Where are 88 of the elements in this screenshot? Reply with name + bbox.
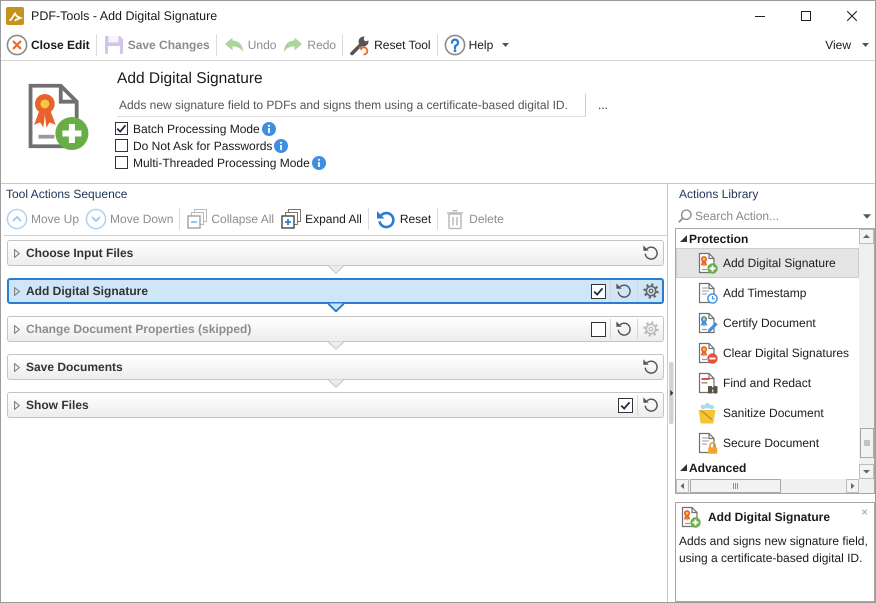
horizontal-scrollbar[interactable] (676, 479, 859, 493)
library-item[interactable]: Find and Redact (676, 368, 859, 398)
reset-icon[interactable] (642, 396, 660, 414)
reset-icon[interactable] (642, 358, 660, 376)
checkmark-icon (116, 124, 127, 133)
expand-arrow-icon[interactable] (14, 400, 20, 410)
stacked-minus-icon (186, 208, 208, 230)
library-item[interactable]: Add Digital Signature (676, 248, 859, 278)
reset-icon[interactable] (615, 282, 633, 300)
action-title: Save Documents (26, 360, 123, 374)
step-pointer-icon (328, 265, 344, 274)
reset-icon[interactable] (642, 244, 660, 262)
search-field[interactable]: Search Action... (694, 209, 861, 223)
document-clock-icon (696, 282, 718, 304)
library-item[interactable]: Sanitize Document (676, 398, 859, 428)
app-logo-icon (6, 6, 24, 24)
document-binoculars-icon (696, 372, 718, 394)
certificate-add-icon (696, 252, 718, 274)
help-button[interactable]: Help (440, 33, 512, 57)
window-title: PDF-Tools - Add Digital Signature (31, 8, 218, 22)
expand-arrow-icon[interactable] (14, 248, 20, 258)
step-pointer-icon (328, 341, 344, 350)
action-title: Choose Input Files (26, 246, 134, 260)
search-icon (678, 209, 692, 223)
action-step[interactable]: Choose Input Files (7, 240, 664, 266)
close-icon[interactable] (847, 10, 857, 20)
option-label: Do Not Ask for Passwords (133, 138, 272, 152)
reset-tool-button[interactable]: Reset Tool (346, 33, 434, 57)
scrollbar-thumb[interactable] (690, 479, 781, 493)
document-pen-icon (696, 312, 718, 334)
library-item[interactable]: Clear Digital Signatures (676, 338, 859, 368)
close-edit-button[interactable]: Close Edit (3, 33, 93, 57)
library-item[interactable]: Secure Document (676, 428, 859, 458)
action-title: Show Files (26, 398, 89, 412)
tree-group-header[interactable]: Protection (676, 229, 859, 248)
action-title: Change Document Properties (skipped) (26, 322, 252, 336)
expand-arrow-icon[interactable] (14, 286, 20, 296)
tool-title: Add Digital Signature (117, 69, 264, 89)
section-title: Actions Library (678, 187, 760, 202)
gear-icon[interactable] (642, 282, 660, 300)
splitter-handle[interactable] (668, 362, 674, 424)
vertical-scrollbar[interactable] (859, 229, 874, 479)
panel-title: Add Digital Signature (708, 510, 830, 524)
more-button[interactable]: ... (595, 94, 612, 116)
checkbox[interactable] (591, 284, 606, 298)
maximize-icon[interactable] (801, 10, 811, 20)
close-circle-icon (6, 34, 28, 56)
document-lock-icon (696, 432, 718, 454)
certificate-add-icon (679, 506, 701, 528)
action-step[interactable]: Save Documents (7, 354, 664, 380)
section-title: Tool Actions Sequence (5, 187, 128, 202)
reset-button[interactable]: Reset (372, 207, 434, 231)
expand-arrow-icon[interactable] (14, 324, 20, 334)
checkmark-icon (593, 286, 604, 296)
checkbox[interactable] (115, 122, 128, 135)
option-label: Batch Processing Mode (133, 122, 260, 136)
chevron-up-circle-icon (6, 208, 28, 230)
bucket-icon (696, 402, 718, 424)
wrench-icon (349, 34, 372, 56)
action-step[interactable]: Show Files (7, 392, 664, 418)
checkmark-icon (620, 400, 631, 410)
info-icon[interactable] (262, 122, 276, 136)
chevron-down-circle-icon (85, 208, 108, 230)
certificate-remove-icon (696, 342, 718, 364)
help-icon (444, 34, 466, 56)
option-label: Multi-Threaded Processing Mode (133, 156, 310, 170)
stacked-plus-icon (280, 208, 302, 230)
checkbox[interactable] (591, 322, 606, 336)
info-icon[interactable] (312, 156, 326, 170)
scrollbar-thumb[interactable] (860, 428, 874, 458)
view-button[interactable]: View (822, 33, 872, 57)
checkbox[interactable] (115, 139, 128, 152)
action-title: Add Digital Signature (26, 284, 148, 298)
info-icon[interactable] (274, 138, 288, 152)
library-item[interactable]: Add Timestamp (676, 278, 859, 308)
tree-group-header[interactable]: Advanced (676, 458, 859, 477)
description-text: Adds and signs new signature field, using a certificate-based digital ID. (679, 533, 869, 567)
library-item[interactable]: Certify Document (676, 308, 859, 338)
reset-icon[interactable] (615, 320, 633, 338)
expand-arrow-icon[interactable] (14, 362, 20, 372)
expand-all-button[interactable]: Expand All (277, 207, 365, 231)
reset-arrow-icon (374, 208, 397, 230)
description-field[interactable]: Adds new signature field to PDFs and signs them using a certificate-based digital ID. (117, 94, 586, 117)
checkbox[interactable] (115, 156, 128, 169)
step-pointer-icon (328, 379, 344, 388)
step-pointer-icon (328, 303, 344, 312)
dropdown-caret-icon[interactable] (863, 214, 871, 218)
checkbox[interactable] (618, 398, 633, 412)
